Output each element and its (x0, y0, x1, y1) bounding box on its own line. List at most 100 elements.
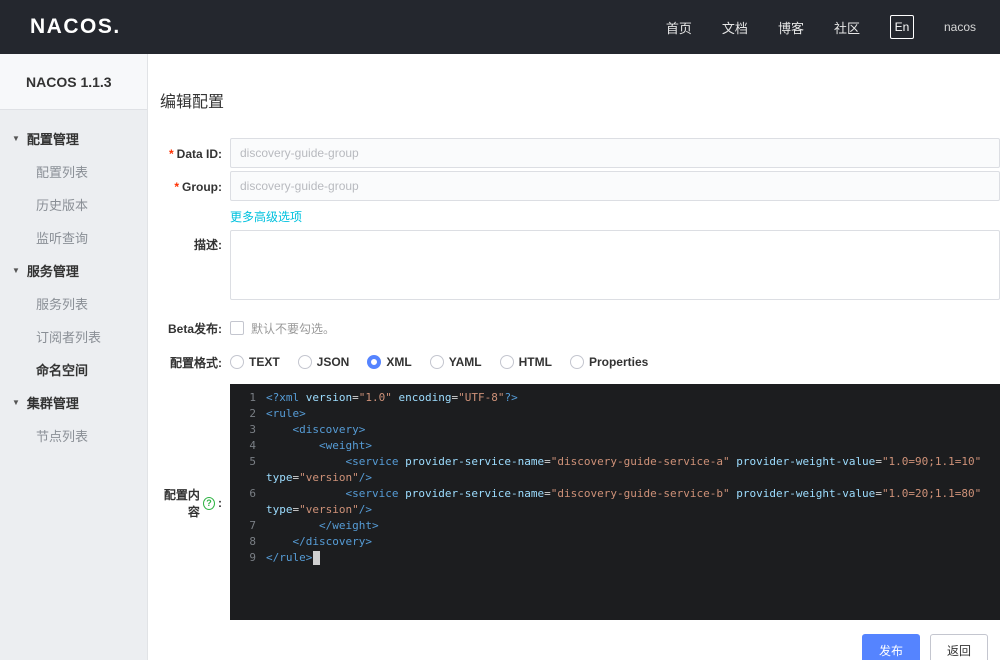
line-number: 5 (249, 455, 256, 468)
line-number: 1 (249, 391, 256, 404)
required-mark: * (174, 180, 179, 194)
beta-checkbox[interactable] (230, 321, 244, 335)
sidebar-item-label: 节点列表 (36, 429, 89, 444)
format-radio-group: TEXT JSON XML YAML HTML Properties (230, 352, 1000, 371)
line-number: 2 (249, 407, 256, 420)
nav-item[interactable]: 首页 (666, 18, 692, 37)
radio-label: JSON (316, 355, 350, 369)
code-line-text: </discovery> (292, 535, 372, 548)
sidebar-item[interactable]: ▼ 配置管理 (0, 122, 147, 155)
sidebar-item[interactable]: 节点列表 (0, 419, 147, 452)
sidebar-item-label: 服务管理 (26, 264, 79, 279)
code-lines: 1 <?xml version="1.0" encoding="UTF-8"?> 2… (230, 390, 1000, 566)
line-number: 3 (249, 423, 256, 436)
help-icon[interactable]: ? (202, 496, 215, 510)
chevron-down-icon: ▼ (12, 266, 20, 275)
line-number: 7 (249, 519, 256, 532)
sidebar-item-label: 订阅者列表 (36, 330, 102, 345)
format-radio-yaml[interactable]: YAML (429, 355, 482, 369)
nav-item[interactable]: 社区 (834, 18, 860, 37)
sidebar-item-label: 监听查询 (36, 231, 89, 246)
actions-bar: 发布 返回 (156, 634, 1000, 660)
sidebar-item[interactable]: 命名空间 (0, 353, 147, 386)
code-line: 1 <?xml version="1.0" encoding="UTF-8"?> (230, 390, 1000, 406)
required-mark: * (168, 147, 174, 161)
sidebar-item-label: 历史版本 (36, 198, 89, 213)
sidebar-item[interactable]: 订阅者列表 (0, 320, 147, 353)
chevron-down-icon: ▼ (12, 398, 20, 407)
code-line: 7 </weight> (230, 518, 1000, 534)
group-label: * Group: (174, 180, 222, 194)
sidebar-item-label: 命名空间 (36, 363, 89, 378)
data-id-input[interactable] (230, 138, 1000, 168)
code-line-text: <rule> (266, 407, 306, 420)
radio-icon (297, 355, 312, 369)
data-id-label: * Data ID: (168, 147, 222, 161)
nav-item[interactable]: 文档 (722, 18, 748, 37)
sidebar-item[interactable]: 监听查询 (0, 221, 147, 254)
content-label: 配置内容 (163, 488, 200, 519)
sidebar: NACOS 1.1.3 ▼ 配置管理配置列表历史版本监听查询 ▼ 服务管理服务列表订阅… (0, 54, 148, 660)
line-number: 6 (249, 487, 256, 500)
code-line-text: <?xml version="1.0" encoding="UTF-8"?> (266, 391, 518, 404)
radio-icon (569, 355, 584, 369)
page-title: 编辑配置 (160, 94, 225, 111)
radio-label: XML (386, 355, 412, 369)
format-radio-json[interactable]: JSON (297, 355, 350, 369)
code-line: 3 <discovery> (230, 422, 1000, 438)
beta-hint: 默认不要勾选。 (251, 321, 336, 336)
radio-icon (367, 355, 382, 369)
nav-item[interactable]: 博客 (778, 18, 804, 37)
code-line: 4 <weight> (230, 438, 1000, 454)
sidebar-item[interactable]: 配置列表 (0, 155, 147, 188)
code-line-text: </rule> (266, 550, 1000, 566)
nacos-logo: NACOS. (30, 15, 121, 38)
more-advanced-options-link[interactable]: 更多高级选项 (230, 210, 302, 224)
topbar-nav: 首页 文档 博客 社区 (666, 18, 860, 37)
sidebar-item-label: 配置管理 (26, 132, 79, 147)
sidebar-version-title: NACOS 1.1.3 (0, 54, 147, 110)
code-line-text: <discovery> (292, 423, 366, 436)
sidebar-item[interactable]: ▼ 集群管理 (0, 386, 147, 419)
back-button[interactable]: 返回 (929, 634, 988, 660)
sidebar-item[interactable]: 服务列表 (0, 287, 147, 320)
format-radio-text[interactable]: TEXT (230, 355, 280, 369)
radio-icon (499, 355, 514, 369)
group-input[interactable] (230, 171, 1000, 201)
description-label: 描述: (194, 238, 222, 252)
chevron-down-icon: ▼ (12, 134, 20, 143)
language-toggle-button[interactable]: En (889, 15, 914, 39)
format-label: 配置格式: (170, 356, 222, 370)
format-radio-properties[interactable]: Properties (569, 355, 648, 369)
topbar-right: 首页 文档 博客 社区 En nacos (666, 15, 976, 39)
code-line-text: <weight> (318, 439, 372, 452)
description-textarea[interactable] (230, 230, 1000, 300)
radio-icon (230, 355, 244, 369)
line-number: 9 (249, 551, 256, 564)
code-line: 6 <service provider-service-name="discov… (230, 486, 1000, 518)
line-number: 8 (249, 535, 256, 548)
code-line: 8 </discovery> (230, 534, 1000, 550)
config-content-editor[interactable]: 1 <?xml version="1.0" encoding="UTF-8"?> 2… (230, 384, 1000, 620)
format-radio-xml[interactable]: XML (367, 355, 412, 369)
code-line-text: </weight> (318, 519, 379, 532)
radio-icon (429, 355, 444, 369)
sidebar-item-label: 集群管理 (26, 396, 79, 411)
publish-button[interactable]: 发布 (861, 634, 920, 660)
beta-label: Beta发布: (167, 322, 222, 336)
content-label-wrap: 配置内容 ? : (156, 384, 222, 620)
username[interactable]: nacos (944, 20, 976, 34)
sidebar-item[interactable]: 历史版本 (0, 188, 147, 221)
code-line-text: <service provider-service-name="discover… (266, 455, 988, 484)
sidebar-menu: ▼ 配置管理配置列表历史版本监听查询 ▼ 服务管理服务列表订阅者列表命名空间 ▼ 集群管理… (0, 110, 147, 452)
sidebar-item-label: 服务列表 (36, 297, 89, 312)
format-radio-html[interactable]: HTML (499, 355, 552, 369)
code-line-text: <service provider-service-name="discover… (266, 487, 988, 516)
topbar: NACOS. 首页 文档 博客 社区 En nacos (0, 0, 1000, 54)
sidebar-item-label: 配置列表 (36, 165, 89, 180)
radio-label: YAML (448, 355, 482, 369)
code-line: 2 <rule> (230, 406, 1000, 422)
sidebar-item[interactable]: ▼ 服务管理 (0, 254, 147, 287)
code-line: 5 <service provider-service-name="discov… (230, 454, 1000, 486)
radio-label: HTML (518, 355, 552, 369)
